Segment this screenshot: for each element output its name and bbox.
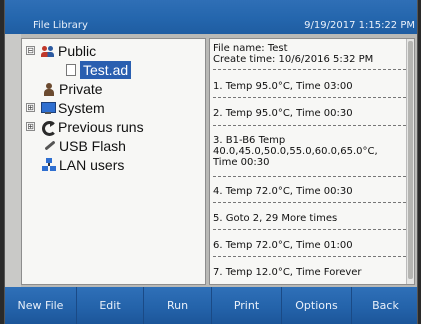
divider: [213, 125, 406, 126]
tree-label-lan-users: LAN users: [59, 156, 125, 173]
collapse-icon[interactable]: ⊟: [26, 46, 35, 55]
expand-icon[interactable]: ⊞: [26, 122, 35, 131]
tree-node-system[interactable]: ⊞ System: [26, 98, 105, 117]
list-item[interactable]: 3. B1-B6 Temp 40.0,45.0,50.0,55.0,60.0,6…: [213, 135, 406, 168]
tree-node-private[interactable]: Private: [42, 79, 103, 98]
step-line: 40.0,45.0,50.0,55.0,60.0,65.0°C,: [213, 146, 378, 157]
people-icon: [41, 44, 55, 58]
run-button[interactable]: Run: [144, 287, 212, 324]
person-icon: [42, 82, 56, 96]
list-item[interactable]: 4. Temp 72.0°C, Time 00:30: [213, 186, 406, 197]
back-button[interactable]: Back: [352, 287, 417, 324]
list-item[interactable]: 6. Temp 72.0°C, Time 01:00: [213, 240, 406, 251]
network-icon: [42, 157, 56, 172]
refresh-icon: [41, 120, 57, 136]
tree-label-system: System: [58, 99, 105, 116]
list-item[interactable]: 1. Temp 95.0°C, Time 03:00: [213, 81, 406, 92]
divider: [213, 69, 406, 70]
list-item[interactable]: 5. Goto 2, 29 More times: [213, 213, 406, 224]
tree-node-usb-flash[interactable]: USB Flash: [42, 136, 126, 155]
divider: [213, 229, 406, 230]
divider: [213, 97, 406, 98]
tree-node-previous-runs[interactable]: ⊞ Previous runs: [26, 117, 144, 136]
divider: [213, 256, 406, 257]
options-button[interactable]: Options: [282, 287, 352, 324]
divider: [213, 202, 406, 203]
usb-icon: [42, 139, 56, 153]
divider: [213, 176, 406, 177]
create-time: Create time: 10/6/2016 5:32 PM: [213, 54, 374, 65]
title-bar: File Library 9/19/2017 1:15:22 PM: [5, 0, 417, 34]
scrollbar[interactable]: [406, 39, 414, 284]
tree-label-private: Private: [59, 80, 103, 97]
tree-label-usb-flash: USB Flash: [59, 137, 126, 154]
main-content: ⊟ Public Test.ad Private ⊞ System ⊞ Prev…: [21, 34, 417, 287]
tree-node-test-file[interactable]: Test.ad: [66, 60, 132, 79]
tree-node-lan-users[interactable]: LAN users: [42, 155, 124, 174]
file-header: File name: Test Create time: 10/6/2016 5…: [213, 43, 373, 65]
expand-icon[interactable]: ⊞: [26, 103, 35, 112]
list-item[interactable]: 7. Temp 12.0°C, Time Forever: [213, 267, 406, 278]
protocol-details: File name: Test Create time: 10/6/2016 5…: [209, 38, 415, 285]
screen-title: File Library: [33, 20, 88, 31]
step-line: Time 00:30: [213, 157, 270, 168]
tree-label-test-file: Test.ad: [80, 60, 132, 79]
monitor-icon: [41, 101, 56, 115]
scrollbar-thumb[interactable]: [408, 41, 413, 279]
bottom-toolbar: New File Edit Run Print Options Back: [5, 287, 417, 324]
date-time: 9/19/2017 1:15:22 PM: [304, 20, 415, 31]
device-screen: File Library 9/19/2017 1:15:22 PM ⊟ Publ…: [4, 0, 418, 324]
tree-label-previous-runs: Previous runs: [58, 118, 144, 135]
new-file-button[interactable]: New File: [5, 287, 77, 324]
tree-node-public[interactable]: ⊟ Public: [26, 41, 96, 60]
step-line: 3. B1-B6 Temp: [213, 135, 286, 146]
file-name: File name: Test: [213, 43, 288, 54]
file-tree: ⊟ Public Test.ad Private ⊞ System ⊞ Prev…: [21, 38, 206, 285]
list-item[interactable]: 2. Temp 95.0°C, Time 00:30: [213, 108, 406, 119]
file-icon: [66, 63, 76, 76]
edit-button[interactable]: Edit: [77, 287, 144, 324]
print-button[interactable]: Print: [212, 287, 282, 324]
tree-label-public: Public: [58, 42, 97, 59]
